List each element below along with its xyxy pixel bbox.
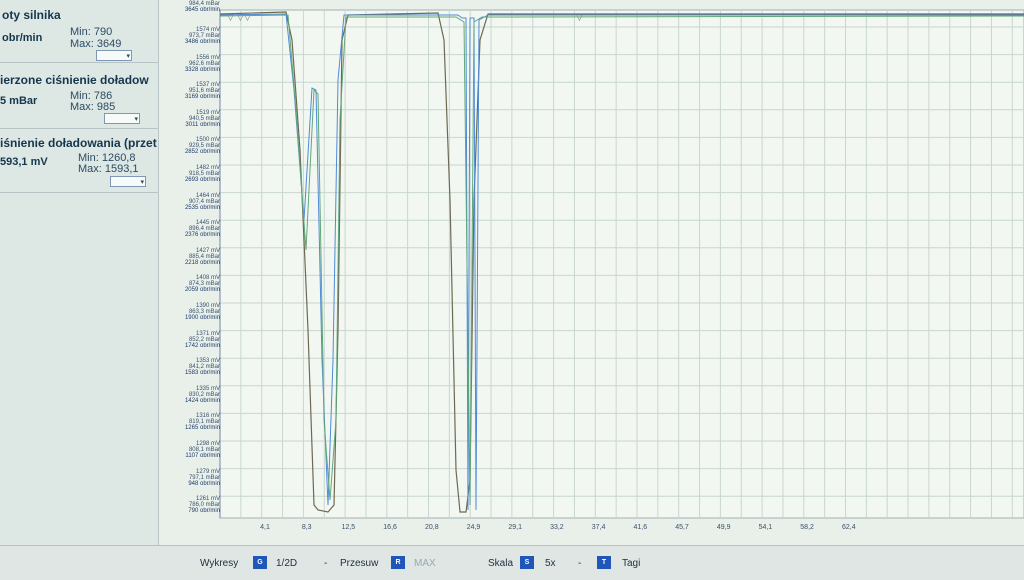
y-label-group: 1482 mV 918,5 mBar 2693 obr/min [160, 165, 220, 183]
y-label-group: 1353 mV 841,2 mBar 1583 obr/min [160, 358, 220, 376]
scale-label: Skala [488, 558, 514, 569]
chart-area[interactable]: ▽ ▽ ▽ ▽ 984,4 mBar 3645 obr/min 1574 mV 973,… [158, 0, 1024, 545]
y-tick-label: 1265 obr/min [184, 425, 220, 432]
y-tick-label: 3011 obr/min [185, 121, 220, 128]
charts-key-button[interactable]: G [253, 556, 267, 569]
param-title: ierzone ciśnienie doładow [0, 73, 149, 87]
y-label-group: 1519 mV 940,5 mBar 3011 obr/min [160, 110, 220, 128]
param-max: Max: 985 [70, 101, 116, 113]
parameter-panel: oty silnika obr/min Min: 790 Max: 3649 ▾… [0, 0, 159, 545]
x-tick-label: 20,8 [424, 524, 439, 531]
y-tick-label: 2535 obr/min [184, 204, 220, 211]
param-min: Min: 790 [70, 26, 113, 38]
param-value: 593,1 mV [0, 156, 48, 168]
param-title: iśnienie doładowania (przet [0, 136, 157, 150]
y-tick-label: 1107 obr/min [185, 453, 220, 459]
y-tick-label: 2852 obr/min [184, 149, 220, 156]
y-tick-label: 948 obr/min [188, 480, 220, 487]
param-max: Max: 1593,1 [78, 163, 139, 175]
trace-chart[interactable]: ▽ ▽ ▽ ▽ [158, 0, 1024, 545]
y-label-group: 1408 mV 874,3 mBar 2059 obr/min [160, 275, 220, 293]
param-max: Max: 3649 [70, 38, 122, 50]
x-tick-label: 24,9 [466, 524, 481, 531]
x-tick-label: 8,3 [301, 524, 312, 531]
y-label-group: 1390 mV 863,3 mBar 1900 obr/min [160, 303, 220, 321]
y-label-group: 1464 mV 907,4 mBar 2535 obr/min [160, 193, 220, 211]
x-tick-label: 37,4 [591, 524, 606, 531]
y-tick-label: 3328 obr/min [184, 66, 220, 73]
plot-background [219, 9, 1024, 519]
x-tick-label: 62,4 [841, 524, 856, 531]
tags-label[interactable]: Tagi [622, 558, 640, 569]
charts-label: Wykresy [200, 558, 239, 569]
shift-label: Przesuw [340, 558, 379, 569]
y-tick-label: 3486 obr/min [184, 39, 220, 45]
param-engine-speed[interactable]: oty silnika obr/min Min: 790 Max: 3649 ▾ [0, 0, 158, 63]
x-tick-label: 45,7 [675, 524, 689, 531]
param-title: oty silnika [2, 8, 61, 22]
x-tick-label: 41,6 [633, 524, 648, 531]
x-tick-label: 54,1 [758, 524, 773, 531]
y-label-group: 1500 mV 929,5 mBar 2852 obr/min [160, 137, 220, 155]
scale-dropdown[interactable]: ▾ [104, 113, 140, 124]
scale-value[interactable]: 5x [545, 558, 556, 569]
x-tick-label: 12,5 [341, 524, 356, 531]
y-label-group: 1537 mV 951,6 mBar 3169 obr/min [160, 82, 220, 100]
charts-mode-value[interactable]: 1/2D [276, 558, 297, 569]
chevron-down-icon: ▾ [134, 116, 138, 123]
y-label-group: 1427 mV 885,4 mBar 2218 obr/min [160, 248, 220, 266]
y-tick-label: 1900 obr/min [184, 315, 220, 321]
x-tick-label: 16,6 [383, 524, 397, 531]
x-tick-label: 49,9 [716, 524, 731, 531]
shift-key-button[interactable]: R [391, 556, 405, 569]
y-tick-label: 2693 obr/min [184, 177, 220, 183]
y-tick-label: 1583 obr/min [184, 370, 220, 377]
chevron-down-icon: ▾ [126, 53, 130, 60]
scale-key-button[interactable]: S [520, 556, 534, 569]
x-tick-label: 29,1 [508, 524, 522, 531]
y-label-group: 1335 mV 830,2 mBar 1424 obr/min [160, 386, 220, 404]
tags-key-button[interactable]: T [597, 556, 611, 569]
scale-dropdown[interactable]: ▾ [96, 50, 132, 61]
y-label-group: 1298 mV 808,1 mBar 1107 obr/min [160, 441, 220, 459]
param-boost-requested[interactable]: iśnienie doładowania (przet 593,1 mV Min… [0, 130, 158, 193]
y-tick-label: 2218 obr/min [184, 259, 220, 266]
shift-max-value[interactable]: MAX [414, 558, 436, 569]
x-tick-label: 4,1 [260, 524, 270, 531]
y-tick-label: 3169 obr/min [184, 94, 220, 101]
param-value: obr/min [2, 32, 43, 44]
chevron-down-icon: ▾ [140, 179, 144, 186]
x-tick-label: 58,2 [800, 524, 814, 531]
scale-dash: - [578, 558, 582, 569]
y-label-group: 1371 mV 852,2 mBar 1742 obr/min [160, 331, 220, 349]
y-label-group: 1445 mV 896,4 mBar 2376 obr/min [160, 220, 220, 238]
param-boost-measured[interactable]: ierzone ciśnienie doładow 5 mBar Min: 78… [0, 64, 158, 129]
y-tick-label: 1424 obr/min [184, 397, 220, 404]
y-label-group: 1279 mV 797,1 mBar 948 obr/min [160, 469, 220, 487]
top-readout: 984,4 mBar 3645 obr/min [184, 1, 220, 13]
scale-dropdown[interactable]: ▾ [110, 176, 146, 187]
y-label-group: 1261 mV 786,0 mBar 790 obr/min [160, 496, 220, 514]
param-value: 5 mBar [0, 95, 38, 107]
bottom-toolbar: Wykresy G 1/2D - Przesuw R MAX Skala S 5… [0, 545, 1024, 580]
y-tick-label: 2376 obr/min [184, 232, 220, 239]
y-label-group: 1556 mV 962,6 mBar 3328 obr/min [160, 55, 220, 73]
y-tick-label: 2059 obr/min [184, 287, 220, 294]
y-tick-label: 790 obr/min [188, 508, 220, 515]
y-label-group: 1574 mV 973,7 mBar 3486 obr/min [160, 27, 220, 45]
shift-dash: - [324, 558, 328, 569]
x-tick-label: 33,2 [550, 524, 564, 531]
y-tick-label: 1742 obr/min [184, 342, 220, 349]
y-label-group: 1316 mV 819,1 mBar 1265 obr/min [160, 413, 220, 431]
